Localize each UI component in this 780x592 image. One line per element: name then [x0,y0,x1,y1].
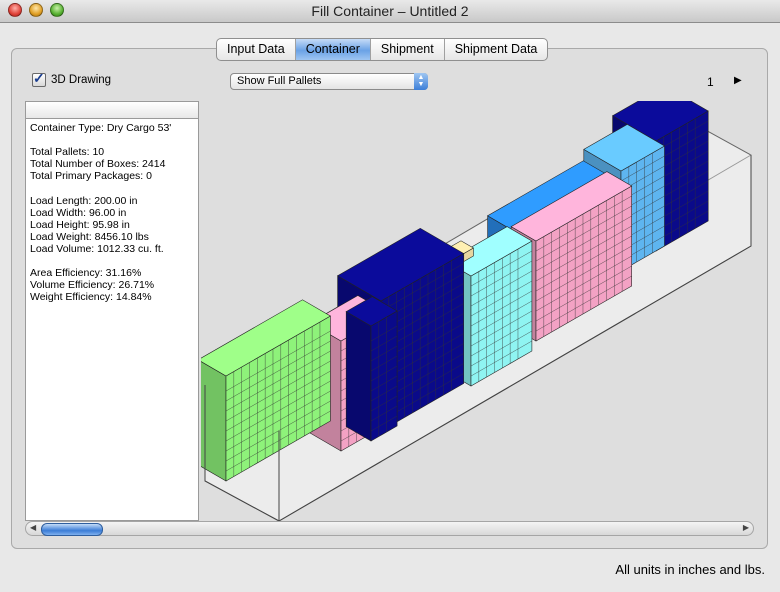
tab-shipment-data[interactable]: Shipment Data [445,39,548,60]
summary-line: Total Pallets: 10 [30,146,105,159]
summary-line: Load Volume: 1012.33 cu. ft. [30,242,164,255]
summary-line: Total Primary Packages: 0 [30,170,152,183]
horizontal-scrollbar[interactable]: ◀ ▶ [25,521,754,536]
drawing-3d-label: 3D Drawing [51,74,112,86]
summary-spacer [30,134,194,146]
scroll-right-icon[interactable]: ▶ [743,523,749,532]
summary-spacer [30,182,194,194]
summary-line: Load Weight: 8456.10 lbs [30,230,149,243]
drawing-3d-option[interactable]: 3D Drawing [32,70,112,87]
tab-bar: Input Data Container Shipment Shipment D… [216,38,549,61]
container-3d-view[interactable] [201,101,754,521]
scroll-thumb[interactable] [41,523,103,536]
scroll-left-icon[interactable]: ◀ [30,523,36,532]
summary-spacer [30,255,194,267]
summary-line: Load Height: 95.98 in [30,218,130,231]
view-mode-value: Show Full Pallets [237,75,322,87]
summary-line: Load Length: 200.00 in [30,194,138,207]
summary-line: Container Type: Dry Cargo 53' [30,122,172,134]
updown-arrows-icon: ▲ ▼ [414,73,428,90]
units-note: All units in inches and lbs. [615,562,765,577]
view-mode-select[interactable]: Show Full Pallets ▲ ▼ [230,73,428,90]
tab-container[interactable]: Container [295,39,371,60]
next-page-button[interactable]: ▶ [734,75,742,86]
tab-shipment[interactable]: Shipment [371,39,445,60]
summary-line: Load Width: 96.00 in [30,206,127,219]
pallet-dark-blue-front-side [345,311,372,442]
page-number: 1 [707,75,714,89]
summary-header [26,102,198,119]
summary-line: Volume Efficiency: 26.71% [30,279,155,292]
title-bar: Fill Container – Untitled 2 [0,0,780,23]
pallet-dark-blue-front-front [370,310,398,442]
load-summary-panel: Container Type: Dry Cargo 53' Total Palle… [25,101,199,521]
drawing-3d-checkbox[interactable] [32,70,46,87]
window-title: Fill Container – Untitled 2 [311,3,469,19]
summary-line: Total Number of Boxes: 2414 [30,158,166,171]
summary-text: Container Type: Dry Cargo 53' Total Palle… [26,119,198,306]
summary-line: Weight Efficiency: 14.84% [30,291,152,304]
summary-line: Area Efficiency: 31.16% [30,267,142,280]
tab-input-data[interactable]: Input Data [217,39,296,60]
